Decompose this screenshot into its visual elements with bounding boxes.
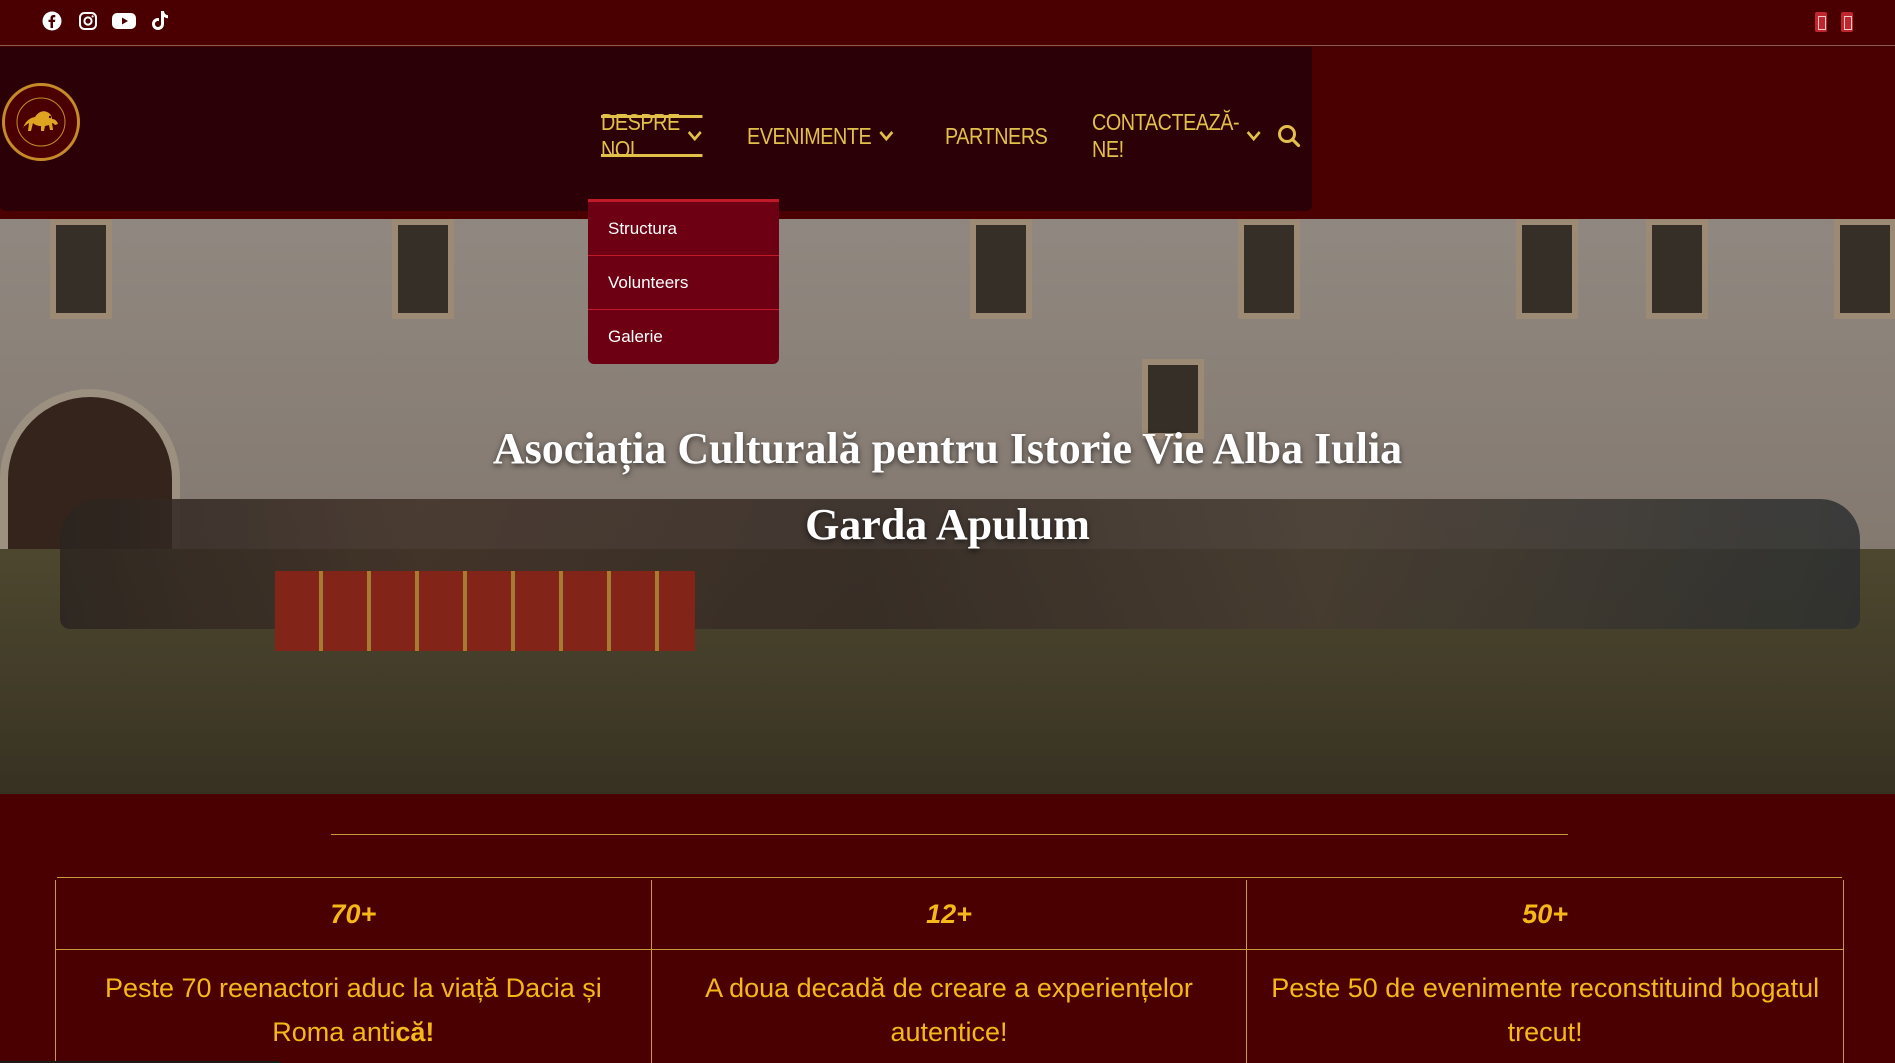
- chevron-down-icon: [878, 130, 893, 142]
- section-divider: [331, 834, 1568, 835]
- search-button[interactable]: [1276, 123, 1302, 154]
- flag-icon[interactable]: [1841, 12, 1853, 32]
- flag-icon[interactable]: [1815, 12, 1827, 32]
- dropdown-item-structura[interactable]: Structura: [588, 202, 779, 256]
- nav-item-label: Contactează-ne!: [1092, 109, 1240, 162]
- lion-logo-icon: [16, 97, 66, 147]
- chevron-down-icon: [1246, 130, 1262, 142]
- nav-item-label: Despre noi: [601, 109, 680, 162]
- social-links: [40, 10, 172, 32]
- chevron-down-icon: [687, 130, 702, 142]
- nav-item-partners[interactable]: Partners: [945, 115, 1048, 157]
- site-header: Despre noi Evenimente Partners Contactea…: [0, 47, 1895, 217]
- main-nav: Despre noi Evenimente Partners Contactea…: [601, 109, 1317, 162]
- stat-description: A doua decadă de creare a experiențelor …: [705, 973, 1193, 1047]
- nav-item-despre-noi[interactable]: Despre noi: [601, 109, 703, 162]
- youtube-icon[interactable]: [112, 10, 136, 32]
- search-icon: [1278, 125, 1301, 148]
- stat-number: 12+: [651, 880, 1247, 950]
- stat-description: Peste 50 de evenimente reconstituind bog…: [1271, 973, 1820, 1047]
- stats-top-border: [57, 877, 1842, 878]
- stat-card: 50+ Peste 50 de evenimente reconstituind…: [1247, 880, 1843, 1063]
- instagram-icon[interactable]: [76, 10, 100, 32]
- top-bar: [0, 0, 1895, 46]
- hero-subtitle: Garda Apulum: [805, 500, 1090, 549]
- stat-number: 70+: [56, 880, 651, 950]
- despre-noi-dropdown: Structura Volunteers Galerie: [588, 199, 779, 364]
- dropdown-item-galerie[interactable]: Galerie: [588, 310, 779, 364]
- stats-grid: 70+ Peste 70 reenactori aduc la viață Da…: [55, 880, 1844, 1063]
- stat-card: 70+ Peste 70 reenactori aduc la viață Da…: [56, 880, 652, 1063]
- header-panel: Despre noi Evenimente Partners Contactea…: [0, 47, 1312, 211]
- site-logo[interactable]: [2, 83, 80, 161]
- hero-title: Asociația Culturală pentru Istorie Vie A…: [492, 424, 1403, 473]
- stat-number: 50+: [1247, 880, 1843, 950]
- stat-card: 12+ A doua decadă de creare a experiențe…: [651, 880, 1248, 1063]
- nav-item-label: Evenimente: [746, 122, 872, 149]
- nav-item-label: Partners: [945, 122, 1048, 149]
- tiktok-icon[interactable]: [148, 10, 172, 32]
- language-switcher: [1815, 12, 1853, 32]
- stat-description: Peste 70 reenactori aduc la viață Dacia …: [104, 973, 602, 1047]
- dropdown-item-volunteers[interactable]: Volunteers: [588, 256, 779, 310]
- hero-section: Asociația Culturală pentru Istorie Vie A…: [0, 219, 1895, 794]
- nav-item-evenimente[interactable]: Evenimente: [747, 115, 894, 157]
- facebook-icon[interactable]: [40, 10, 64, 32]
- nav-item-contact[interactable]: Contactează-ne!: [1092, 109, 1262, 162]
